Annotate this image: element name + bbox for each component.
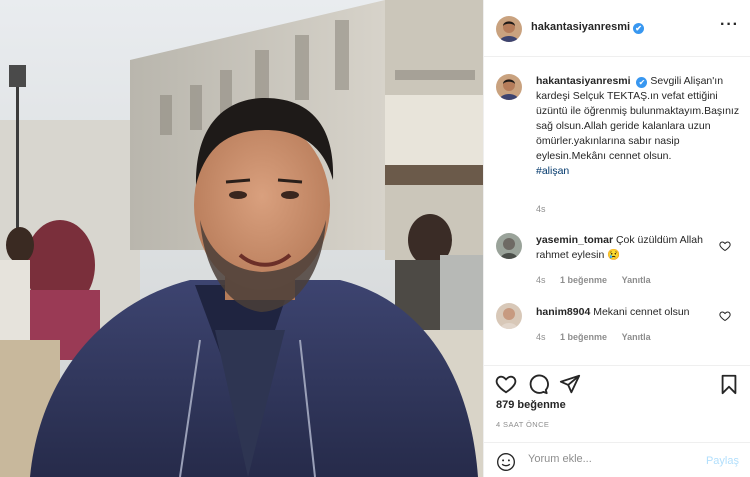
comments-section: hakantasiyanresmi ✔ Sevgili Alişan'ın ka… [484, 57, 750, 367]
more-options-icon[interactable]: ··· [720, 16, 739, 34]
caption-author-avatar[interactable] [496, 74, 522, 100]
reply-button[interactable]: Yanıtla [622, 275, 651, 285]
caption-verified-badge-icon: ✔ [636, 77, 648, 88]
post-header: hakantasiyanresmi ✔ ··· [484, 0, 750, 57]
comment-time: 4s [536, 332, 546, 342]
emoji-icon[interactable] [496, 452, 516, 472]
reply-button[interactable]: Yanıtla [622, 332, 651, 342]
comment-username[interactable]: yasemin_tomar [536, 234, 613, 246]
comment-input[interactable] [528, 453, 698, 465]
post-actions: 879 beğenme 4 SAAT ÖNCE Paylaş [484, 365, 750, 477]
author-username[interactable]: hakantasiyanresmi [531, 21, 630, 33]
comment-meta: 4s 1 beğenme Yanıtla [536, 275, 663, 285]
commenter-avatar[interactable] [496, 303, 522, 329]
comment-likes[interactable]: 1 beğenme [560, 275, 607, 285]
bookmark-icon[interactable] [718, 373, 740, 395]
post-timestamp: 4 SAAT ÖNCE [496, 420, 550, 429]
comment-like-heart-icon[interactable] [719, 240, 731, 252]
comment-icon[interactable] [527, 373, 549, 395]
commenter-avatar[interactable] [496, 233, 522, 259]
post-caption: hakantasiyanresmi ✔ Sevgili Alişan'ın ka… [536, 74, 741, 179]
comment-meta: 4s 1 beğenme Yanıtla [536, 332, 663, 342]
post-comment-button[interactable]: Paylaş [706, 455, 739, 467]
share-icon[interactable] [559, 373, 581, 395]
caption-time: 4s [536, 204, 546, 214]
comment-username[interactable]: hanim8904 [536, 306, 590, 318]
heart-icon[interactable] [495, 373, 517, 395]
post-side-panel: hakantasiyanresmi ✔ ··· hakantasiyanresmi… [483, 0, 750, 477]
author-avatar[interactable] [496, 16, 522, 42]
comment-time: 4s [536, 275, 546, 285]
post-photo-image [0, 0, 483, 477]
author-username-row[interactable]: hakantasiyanresmi ✔ [531, 21, 645, 34]
comment-like-heart-icon[interactable] [719, 310, 731, 322]
comment-likes[interactable]: 1 beğenme [560, 332, 607, 342]
caption-text: Sevgili Alişan'ın kardeşi Selçuk TEKTAŞ.… [536, 75, 740, 162]
add-comment-bar: Paylaş [484, 442, 750, 477]
comment-body: yasemin_tomar Çok üzüldüm Allah rahmet e… [536, 233, 716, 263]
post-photo[interactable] [0, 0, 483, 477]
likes-count[interactable]: 879 beğenme [496, 399, 566, 411]
comment-body: hanim8904 Mekani cennet olsun [536, 305, 716, 320]
comment-text: Mekani cennet olsun [593, 306, 690, 318]
caption-username[interactable]: hakantasiyanresmi [536, 75, 631, 87]
verified-badge-icon: ✔ [633, 23, 645, 34]
caption-hashtag[interactable]: #alişan [536, 165, 569, 177]
